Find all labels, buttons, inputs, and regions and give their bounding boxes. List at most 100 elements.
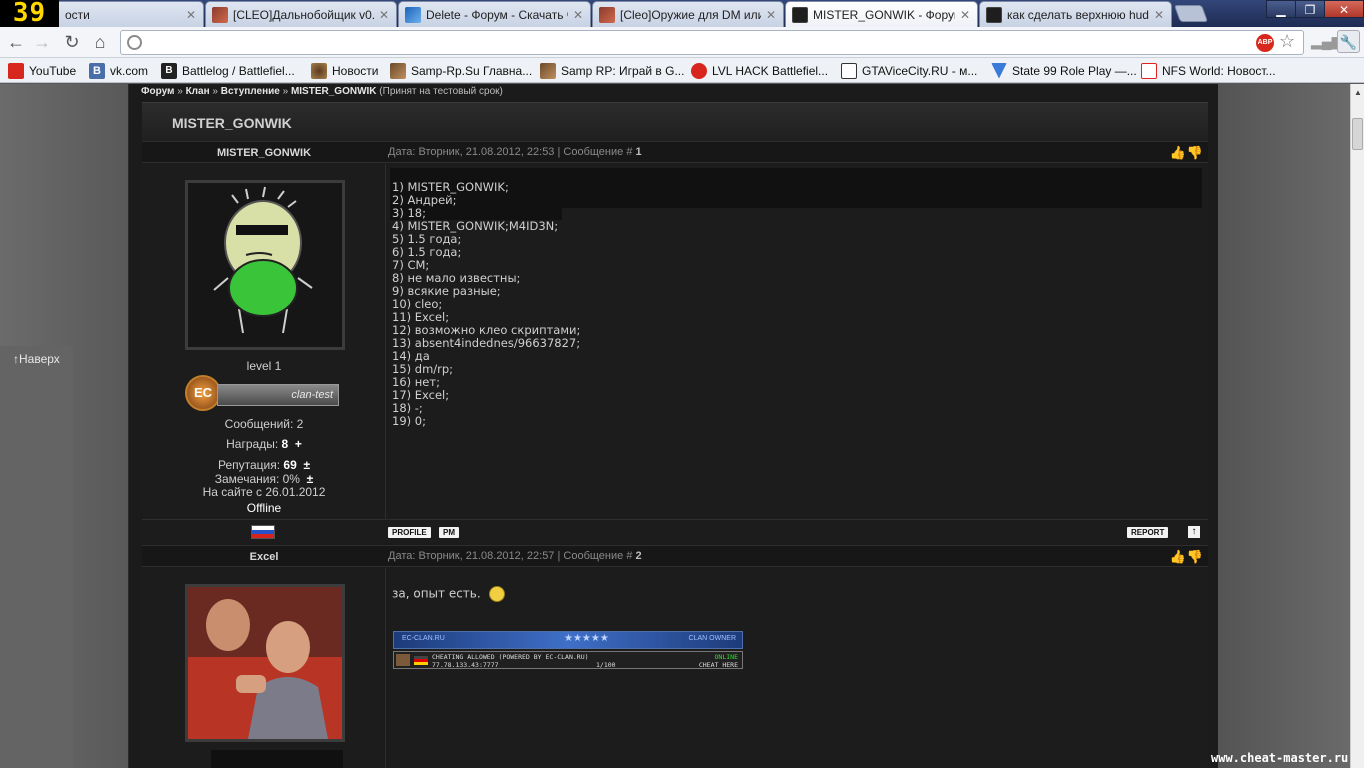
avatar[interactable] bbox=[185, 584, 345, 742]
bookmark-label: Samp-Rp.Su Главна... bbox=[411, 63, 533, 78]
tab-title: Delete - Форум - Скачать ч bbox=[426, 7, 568, 22]
star-icon[interactable]: ☆ bbox=[1279, 31, 1295, 52]
bookmark-youtube[interactable]: YouTube bbox=[8, 62, 76, 79]
nfs-icon bbox=[1141, 62, 1157, 79]
bookmark-label: GTAViceCity.RU - м... bbox=[862, 63, 978, 78]
rank-badge: EC clan-test bbox=[185, 375, 340, 411]
bookmark-gtavicecity[interactable]: GTAViceCity.RU - м... bbox=[841, 62, 977, 79]
state99-icon bbox=[991, 62, 1007, 79]
post-number[interactable]: 2 bbox=[636, 550, 642, 562]
to-top-panel[interactable]: ↑Наверх bbox=[0, 346, 73, 768]
reputation-value[interactable]: 69 bbox=[283, 458, 296, 472]
bookmark-state99[interactable]: State 99 Role Play —... bbox=[991, 62, 1137, 79]
reload-icon[interactable]: ↻ bbox=[60, 31, 84, 53]
bookmark-samp-rp-su[interactable]: Samp-Rp.Su Главна... bbox=[390, 62, 532, 79]
ec-badge-icon: EC bbox=[185, 375, 221, 411]
profile-button[interactable]: PROFILE bbox=[388, 527, 431, 538]
post-header-1: MISTER_GONWIK Дата: Вторник, 21.08.2012,… bbox=[142, 141, 1208, 163]
tab-5-active[interactable]: MISTER_GONWIK - Форум ✕ bbox=[785, 1, 978, 27]
bookmark-news[interactable]: Новости bbox=[311, 62, 378, 79]
post-number[interactable]: 1 bbox=[636, 146, 642, 158]
post-body-1: 1) MISTER_GONWIK; 2) Андрей; 3) 18; 4) M… bbox=[387, 164, 1208, 519]
new-tab-button[interactable] bbox=[1173, 5, 1209, 22]
user-level: level 1 bbox=[246, 359, 282, 373]
vertical-scrollbar[interactable]: ▲ bbox=[1350, 84, 1364, 768]
close-icon[interactable]: ✕ bbox=[185, 8, 197, 22]
bookmark-vk[interactable]: Bvk.com bbox=[89, 62, 148, 79]
close-icon[interactable]: ✕ bbox=[959, 8, 971, 22]
close-icon[interactable]: ✕ bbox=[378, 8, 390, 22]
thumb-down-icon[interactable]: 👎 bbox=[1187, 145, 1204, 160]
thumb-up-icon[interactable]: 👍 bbox=[1170, 145, 1187, 160]
tab-3[interactable]: Delete - Форум - Скачать ч ✕ bbox=[398, 1, 591, 27]
signature-banner-clan[interactable]: EC-CLAN.RU ★★★★★ CLAN OWNER bbox=[393, 631, 743, 649]
tab-title: [Cleo]Оружие для DM или bbox=[620, 7, 761, 22]
avatar[interactable] bbox=[185, 180, 345, 350]
post-author[interactable]: MISTER_GONWIK bbox=[142, 147, 386, 159]
tab-1[interactable]: ости ✕ bbox=[40, 1, 204, 27]
russia-flag-icon bbox=[251, 525, 275, 539]
minimize-button[interactable]: ▁ bbox=[1266, 0, 1296, 18]
scrollbar-thumb[interactable] bbox=[1352, 118, 1363, 150]
page-viewport: ↑Наверх Форум » Клан » Вступление » MIST… bbox=[0, 84, 1364, 768]
address-bar[interactable] bbox=[120, 30, 1304, 55]
tab-title: MISTER_GONWIK - Форум bbox=[813, 7, 955, 22]
home-icon[interactable]: ⌂ bbox=[88, 31, 112, 53]
close-icon[interactable]: ✕ bbox=[765, 8, 777, 22]
bookmark-label: YouTube bbox=[29, 63, 77, 78]
thumb-up-icon[interactable]: 👍 bbox=[1170, 549, 1187, 564]
pm-button[interactable]: PM bbox=[439, 527, 459, 538]
report-button[interactable]: REPORT bbox=[1127, 527, 1169, 538]
warnings-change-button[interactable]: ± bbox=[307, 472, 314, 486]
bookmark-label: Battlelog / Battlefiel... bbox=[182, 63, 295, 78]
server-name: CHEATING ALLOWED (POWERED BY EC-CLAN.RU) bbox=[432, 653, 589, 661]
add-award-button[interactable]: + bbox=[295, 437, 302, 451]
thumb-down-icon[interactable]: 👎 bbox=[1187, 549, 1204, 564]
reputation-change-button[interactable]: ± bbox=[303, 458, 310, 472]
close-icon[interactable]: ✕ bbox=[1153, 8, 1165, 22]
post-date: Дата: Вторник, 21.08.2012, 22:57 | Сообщ… bbox=[388, 550, 633, 562]
post-date: Дата: Вторник, 21.08.2012, 22:53 | Сообщ… bbox=[388, 146, 633, 158]
breadcrumb-note: (Принят на тестовый срок) bbox=[379, 86, 503, 97]
bookmark-samp-rp[interactable]: Samp RP: Играй в G... bbox=[540, 62, 684, 79]
post-author[interactable]: Excel bbox=[142, 551, 386, 563]
tab-2[interactable]: [CLEO]Дальнобойщик v0.3 ✕ bbox=[205, 1, 397, 27]
bookmark-nfs-world[interactable]: NFS World: Новост... bbox=[1141, 62, 1276, 79]
address-input[interactable] bbox=[149, 33, 1269, 52]
close-icon[interactable]: ✕ bbox=[572, 8, 584, 22]
bookmark-lvl-hack[interactable]: LVL HACK Battlefiel... bbox=[691, 62, 828, 79]
server-game-icon bbox=[396, 654, 410, 666]
back-arrow-icon[interactable]: ← bbox=[4, 31, 28, 53]
scroll-up-icon[interactable]: ↑ bbox=[1188, 526, 1200, 538]
tab-strip: 39 ости ✕ [CLEO]Дальнобойщик v0.3 ✕ Dele… bbox=[0, 0, 1364, 27]
to-top-link[interactable]: ↑Наверх bbox=[13, 352, 60, 366]
samp-icon bbox=[390, 62, 406, 79]
breadcrumb-clan[interactable]: Клан bbox=[186, 86, 210, 97]
bookmark-label: LVL HACK Battlefiel... bbox=[712, 63, 829, 78]
page-background-right bbox=[1218, 84, 1350, 768]
tab-6[interactable]: как сделать верхнюю hud ✕ bbox=[979, 1, 1172, 27]
german-flag-icon bbox=[414, 656, 428, 665]
vk-icon: B bbox=[89, 62, 105, 79]
globe-icon bbox=[127, 35, 142, 50]
breadcrumb-join[interactable]: Вступление bbox=[221, 86, 280, 97]
news-icon bbox=[311, 62, 327, 79]
maximize-button[interactable]: ❐ bbox=[1295, 0, 1325, 18]
awards-count[interactable]: 8 bbox=[282, 437, 289, 451]
wrench-icon[interactable]: 🔧 bbox=[1337, 30, 1360, 53]
reputation: Репутация: 69 ± bbox=[142, 458, 386, 472]
signature-banner-server[interactable]: CHEATING ALLOWED (POWERED BY EC-CLAN.RU)… bbox=[393, 651, 743, 669]
scroll-up-arrow-icon[interactable]: ▲ bbox=[1354, 88, 1362, 97]
bookmark-label: State 99 Role Play —... bbox=[1012, 63, 1137, 78]
bookmark-battlelog[interactable]: B Battlelog / Battlefiel... bbox=[161, 62, 295, 79]
rating-buttons: 👍👎 bbox=[1170, 549, 1204, 565]
adblock-icon[interactable]: ABP bbox=[1256, 34, 1274, 52]
forward-arrow-icon[interactable]: → bbox=[30, 31, 54, 53]
tab-title: как сделать верхнюю hud bbox=[1007, 7, 1149, 22]
battlelog-icon: B bbox=[161, 62, 177, 79]
server-cta: CHEAT HERE bbox=[698, 661, 738, 669]
tab-4[interactable]: [Cleo]Оружие для DM или ✕ bbox=[592, 1, 784, 27]
close-window-button[interactable]: ✕ bbox=[1324, 0, 1364, 18]
cleo-icon bbox=[599, 6, 615, 23]
breadcrumb-forum[interactable]: Форум bbox=[141, 86, 174, 97]
